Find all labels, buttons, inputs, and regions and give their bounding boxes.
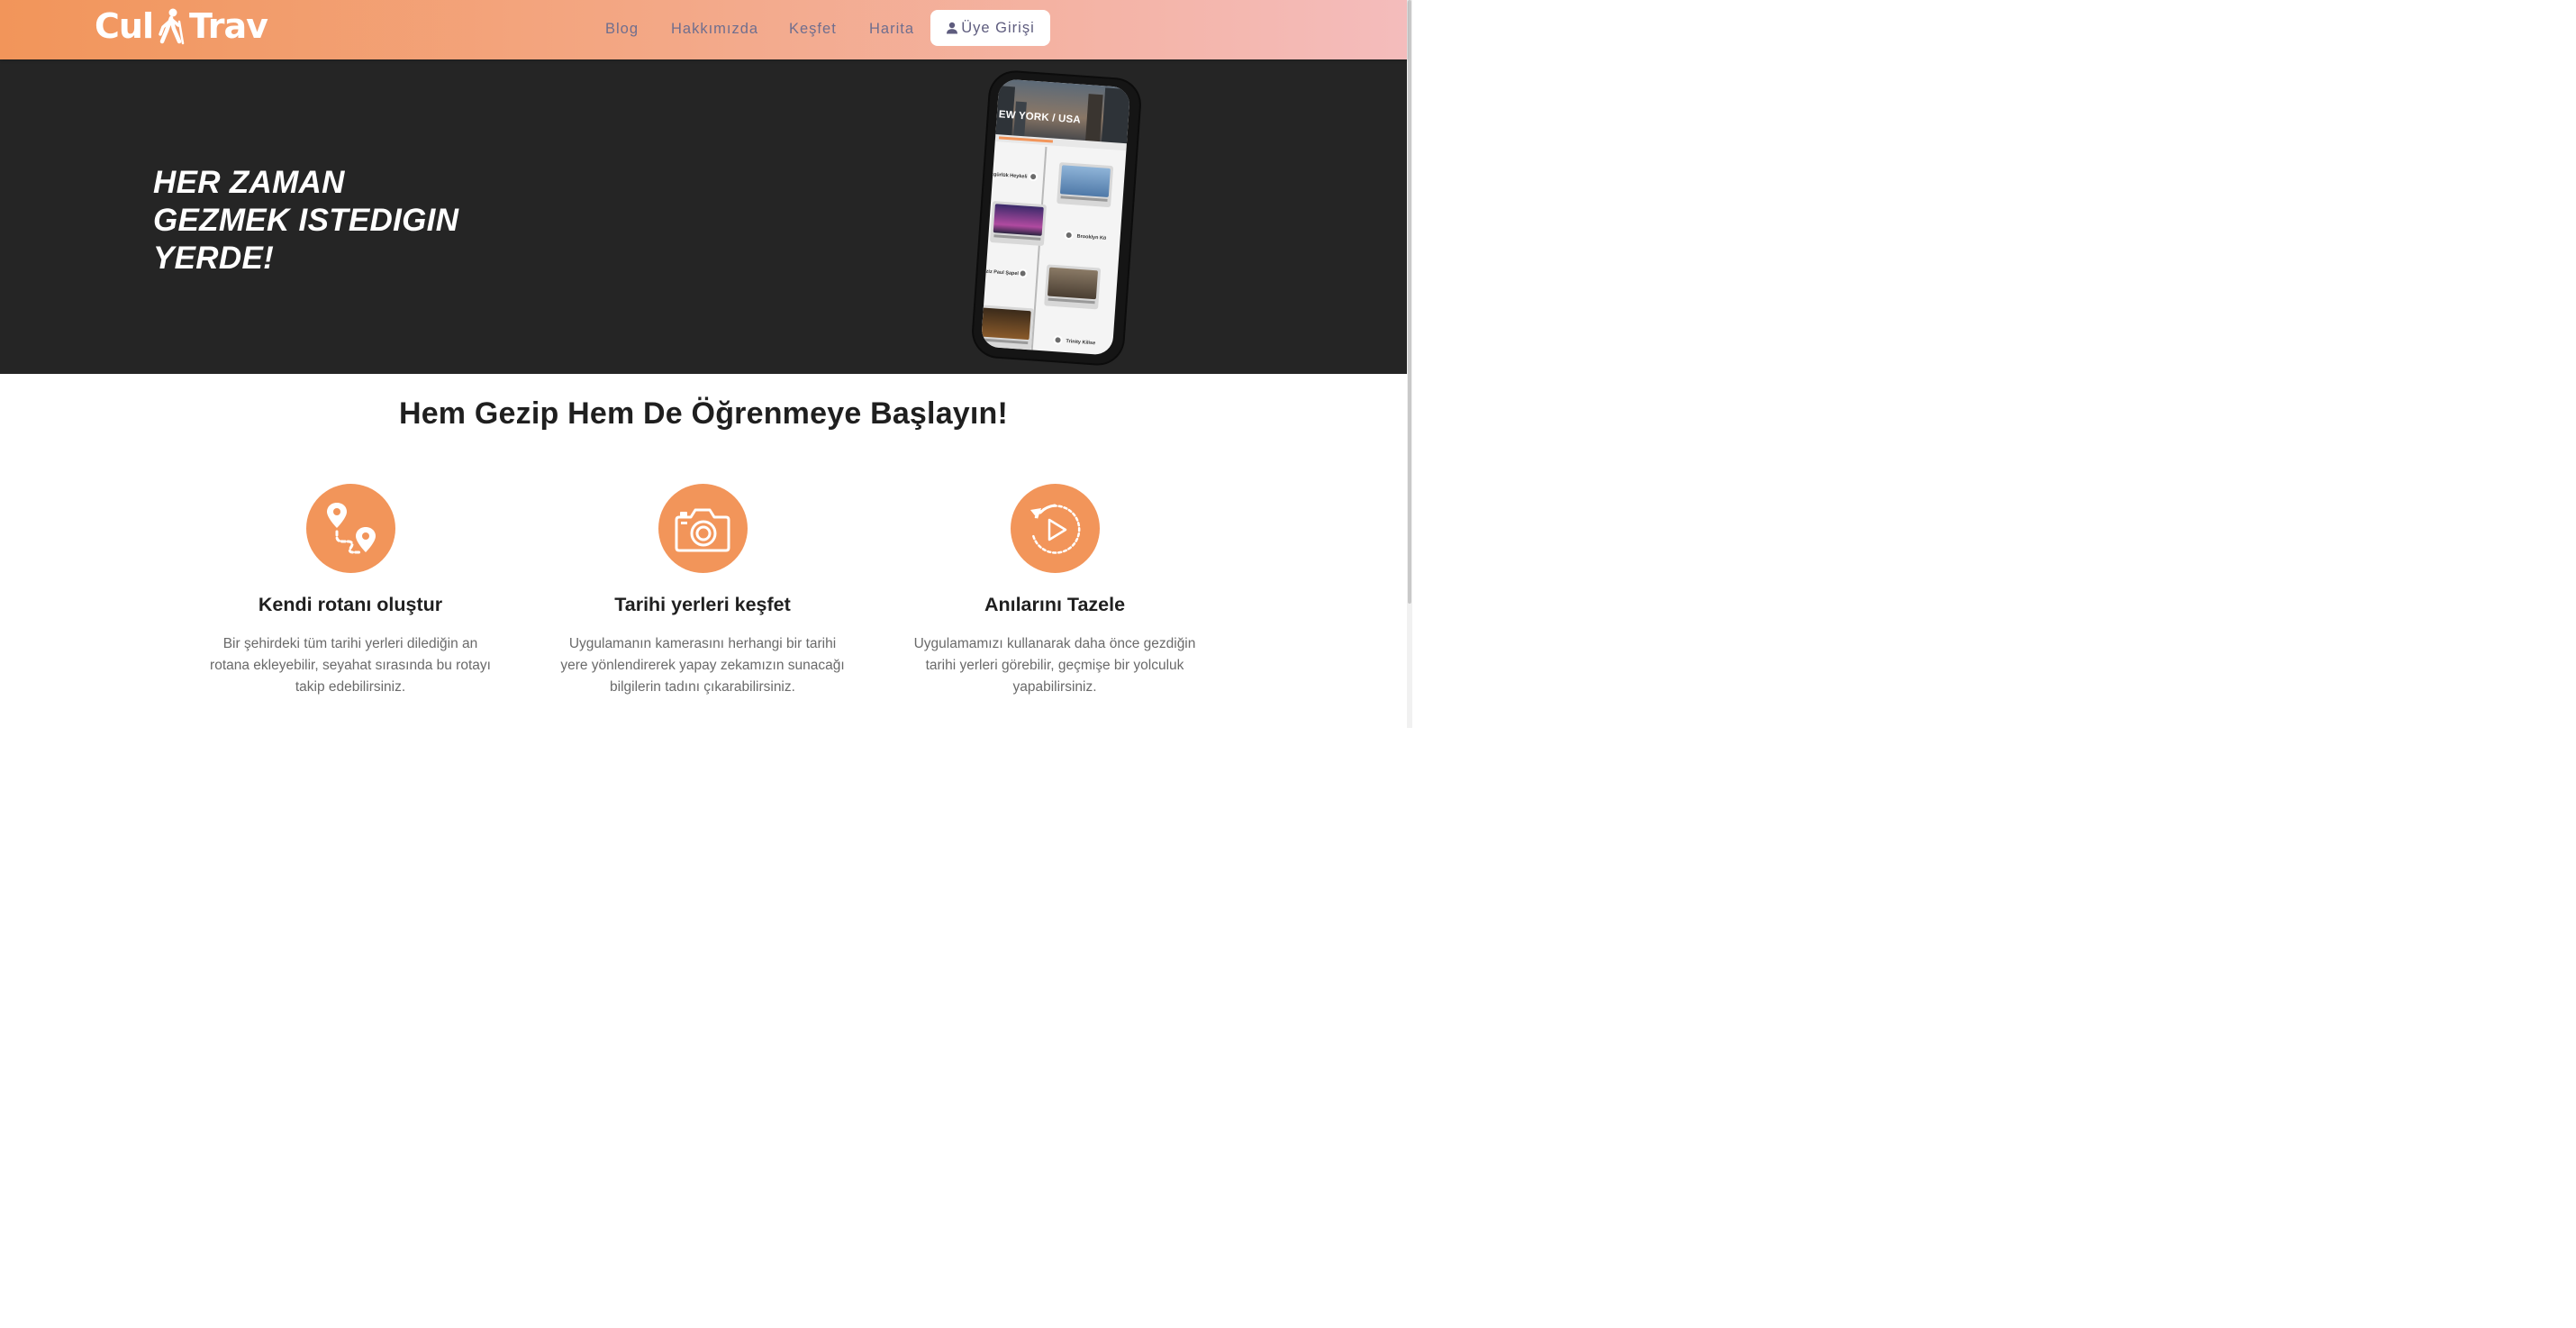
phone-mockup: EW YORK / USA zgürlük Heykeli Brooklyn K… [972,70,1141,366]
phone-stop-card [980,305,1034,350]
feature-icon-circle [658,484,748,573]
hero-title-line-3: YERDE! [153,241,275,276]
hero-title-line-1: HER ZAMAN [153,165,345,200]
camera-icon [675,508,730,551]
scrollbar-thumb[interactable] [1408,0,1411,604]
login-label: Üye Girişi [961,19,1035,36]
feature-title: Kendi rotanı oluştur [258,594,443,615]
user-icon [947,22,958,33]
feature-card: Anılarını Tazele Uygulamamızı kullanarak… [902,484,1208,698]
phone-stop-label: zgürlük Heykeli [990,171,1028,180]
site-logo[interactable]: Cul Trav [95,6,268,46]
hero-title-line-2: GEZMEK ISTEDIGIN [153,203,459,238]
nav-link-about[interactable]: Hakkımızda [671,18,758,40]
feature-card: Kendi rotanı oluştur Bir şehirdeki tüm t… [197,484,503,698]
page: Cul Trav Blog Hakkımızda Keşfet Harita Ü… [0,0,1412,728]
feature-icon-circle [1010,484,1100,573]
hero-banner: HER ZAMAN GEZMEK ISTEDIGIN YERDE! EW YOR… [0,59,1407,374]
phone-stop-card [989,201,1048,247]
map-pin-icon [1018,268,1028,278]
top-navbar: Cul Trav Blog Hakkımızda Keşfet Harita Ü… [0,0,1407,59]
phone-screen: EW YORK / USA zgürlük Heykeli Brooklyn K… [980,78,1131,356]
map-pin-icon [1064,230,1075,241]
phone-stop-label: Brooklyn Kö [1076,233,1107,241]
feature-description: Uygulamamızı kullanarak daha önce gezdiğ… [913,636,1196,695]
replay-icon [1030,504,1081,554]
hiker-icon [159,8,185,45]
phone-stop-card [1044,264,1102,310]
feature-icon-circle [305,484,395,573]
phone-stop-label: Aziz Paul Şapeli [982,268,1020,277]
nav-link-blog[interactable]: Blog [605,18,639,40]
nav-link-map[interactable]: Harita [869,18,914,40]
feature-card: Tarihi yerleri keşfet Uygulamanın kamera… [549,484,856,698]
map-pin-icon [1028,171,1039,182]
hero-title: HER ZAMAN GEZMEK ISTEDIGIN YERDE! [153,164,513,277]
logo-text-trav: Trav [188,6,268,46]
features-heading: Hem Gezip Hem De Öğrenmeye Başlayın! [398,396,1009,431]
logo-text-cul: Cul [95,6,154,46]
phone-stop-label: Trinity Kilise [1066,339,1096,347]
nav-link-discover[interactable]: Keşfet [789,18,837,40]
feature-description: Uygulamanın kamerasını herhangi bir tari… [560,636,845,695]
feature-title: Anılarını Tazele [984,594,1126,615]
route-pins-icon [327,502,376,553]
phone-stop-card [1057,162,1114,208]
feature-description: Bir şehirdeki tüm tarihi yerleri dilediğ… [210,636,491,695]
feature-title: Tarihi yerleri keşfet [614,594,791,615]
login-button[interactable]: Üye Girişi [930,10,1050,46]
map-pin-icon [1053,335,1063,345]
page-scrollbar[interactable] [1407,0,1412,728]
